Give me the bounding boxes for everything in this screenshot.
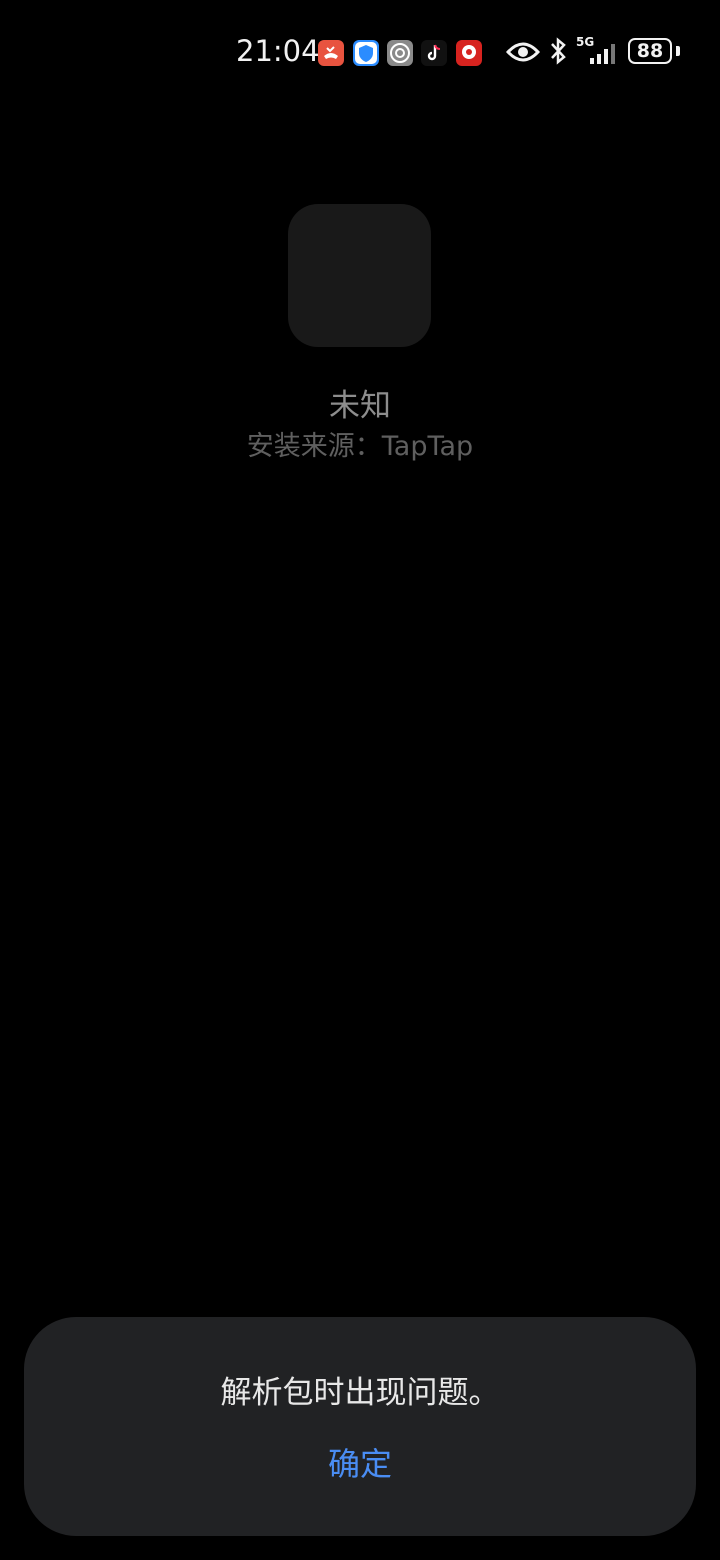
dialog-message: 解析包时出现问题。 — [220, 1375, 500, 1411]
eye-icon — [506, 42, 540, 62]
game-app-icon — [456, 40, 482, 66]
battery-icon: 88 — [628, 38, 672, 64]
status-bar: 21:04 5G — [0, 30, 720, 74]
tiktok-icon — [421, 40, 447, 66]
bluetooth-icon — [551, 37, 566, 65]
install-source: 安装来源：TapTap — [246, 431, 474, 462]
app-icon-placeholder — [288, 204, 431, 347]
status-time: 21:04 — [236, 34, 320, 68]
shield-icon — [353, 40, 379, 66]
battery-tip — [676, 46, 680, 56]
signal-icon: 5G — [576, 36, 620, 68]
phone-missed-icon — [318, 40, 344, 66]
error-dialog: 解析包时出现问题。 确定 — [24, 1317, 696, 1536]
app-name: 未知 — [329, 388, 391, 424]
battery-level: 88 — [636, 40, 664, 62]
settings-gear-icon — [387, 40, 413, 66]
confirm-button[interactable]: 确定 — [260, 1437, 460, 1491]
